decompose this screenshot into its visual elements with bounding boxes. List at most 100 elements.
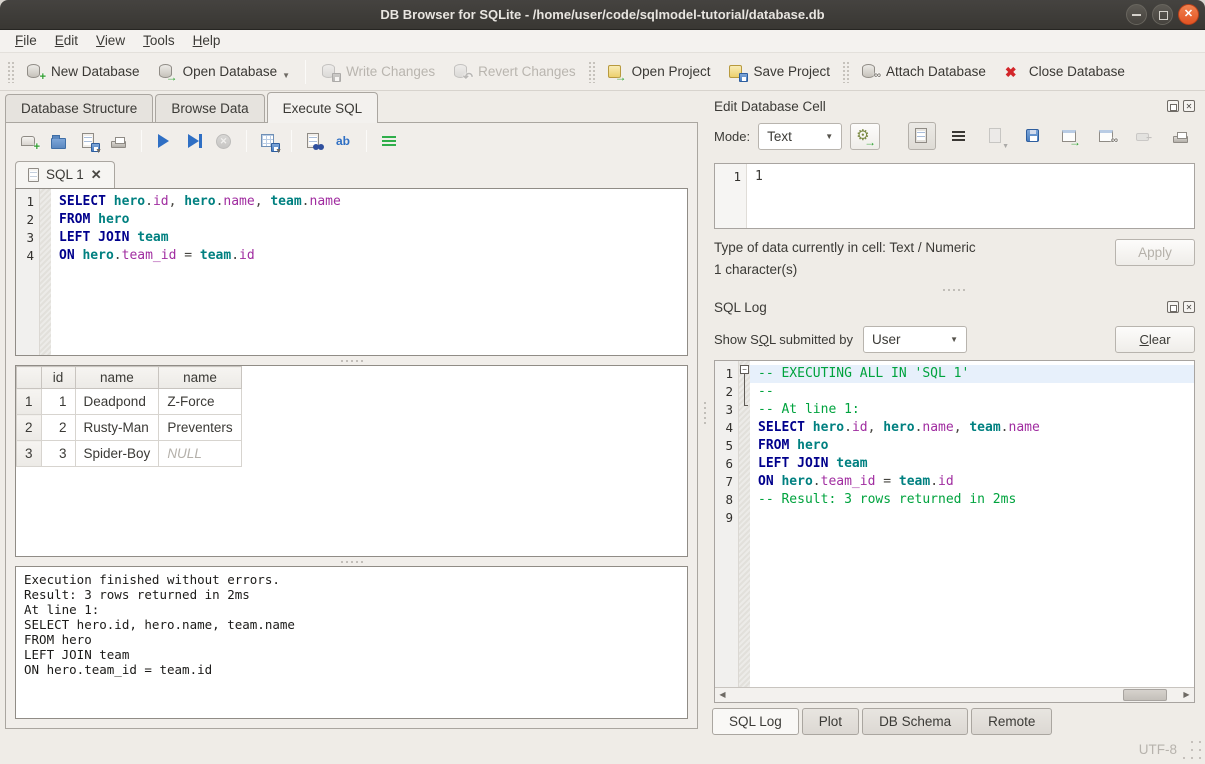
close-database-button[interactable]: ✖Close Database — [995, 58, 1134, 85]
autocomplete-button[interactable]: ab — [331, 128, 357, 154]
toolbar-grip[interactable] — [588, 61, 595, 83]
menu-tools[interactable]: Tools — [134, 30, 184, 52]
table-cell[interactable]: NULL — [159, 441, 241, 467]
save-as-button[interactable] — [1019, 122, 1047, 150]
title-bar[interactable]: DB Browser for SQLite - /home/user/code/… — [0, 0, 1205, 30]
close-icon[interactable] — [1178, 4, 1199, 25]
execution-message-box[interactable]: Execution finished without errors.Result… — [15, 566, 688, 719]
row-header[interactable]: 2 — [17, 415, 42, 441]
link-button[interactable]: ∞ — [1093, 122, 1121, 150]
main-tab-bar: Database StructureBrowse DataExecute SQL — [0, 93, 702, 123]
maximize-icon[interactable] — [1152, 4, 1173, 25]
menu-edit[interactable]: Edit — [46, 30, 87, 52]
toolbar-button-label: Write Changes — [346, 64, 435, 79]
line-number: 3 — [20, 229, 34, 247]
cell-editor[interactable]: 1 1 — [714, 163, 1195, 229]
print-button[interactable] — [1167, 122, 1195, 150]
scroll-right-icon[interactable]: ▶ — [1179, 688, 1194, 702]
dock-close-icon[interactable] — [1183, 100, 1195, 112]
save-as-icon — [1024, 128, 1042, 145]
table-cell[interactable]: 3 — [41, 441, 75, 467]
row-header[interactable]: 1 — [17, 389, 42, 415]
apply-button[interactable]: Apply — [1115, 239, 1195, 266]
edit-cell-title: Edit Database Cell — [714, 99, 1167, 114]
menu-file[interactable]: File — [6, 30, 46, 52]
toolbar-grip[interactable] — [7, 61, 14, 83]
format-button[interactable] — [376, 128, 402, 154]
save-results-button[interactable]: ▼ — [256, 128, 282, 154]
chevron-down-icon[interactable]: ▼ — [275, 148, 282, 155]
minimize-icon[interactable] — [1126, 4, 1147, 25]
table-cell[interactable]: Rusty-Man — [75, 415, 159, 441]
table-cell[interactable]: 1 — [41, 389, 75, 415]
tab-execute-sql[interactable]: Execute SQL — [267, 92, 379, 123]
dock-tab-db-schema[interactable]: DB Schema — [862, 708, 968, 735]
table-cell[interactable]: 2 — [41, 415, 75, 441]
open-sql-file-button[interactable] — [46, 128, 72, 154]
chevron-down-icon[interactable]: ▼ — [1002, 143, 1009, 150]
table-cell[interactable]: Preventers — [159, 415, 241, 441]
tab-browse-data[interactable]: Browse Data — [155, 94, 264, 123]
sql-editor[interactable]: 1234 SELECT hero.id, hero.name, team.nam… — [15, 188, 688, 356]
dock-close-icon[interactable] — [1183, 301, 1195, 313]
code-line: -- Result: 3 rows returned in 2ms — [758, 491, 1194, 509]
print-button[interactable] — [106, 128, 132, 154]
execute-line-button[interactable] — [181, 128, 207, 154]
open-database-button[interactable]: →Open Database▼ — [149, 58, 300, 85]
word-wrap-icon — [950, 128, 968, 145]
log-horizontal-scrollbar[interactable]: ◀ ▶ — [715, 687, 1194, 702]
dock-tab-sql-log[interactable]: SQL Log — [712, 708, 799, 735]
toolbar-grip[interactable] — [842, 61, 849, 83]
text-mode-button[interactable] — [908, 122, 936, 150]
table-cell[interactable]: Z-Force — [159, 389, 241, 415]
dock-float-icon[interactable] — [1167, 301, 1179, 313]
dock-tab-plot[interactable]: Plot — [802, 708, 859, 735]
encoding-label: UTF-8 — [1139, 742, 1177, 757]
save-sql-file-button[interactable]: ▼ — [76, 128, 102, 154]
dock-tab-remote[interactable]: Remote — [971, 708, 1052, 735]
open-project-button[interactable]: →Open Project — [598, 58, 720, 85]
toolbar-button-label: New Database — [51, 64, 140, 79]
chevron-down-icon[interactable]: ▼ — [95, 148, 102, 155]
results-header: idnamename — [17, 367, 242, 389]
splitter-docks[interactable] — [710, 285, 1197, 294]
cell-editor-content[interactable]: 1 — [747, 164, 1194, 228]
new-database-button[interactable]: +New Database — [17, 58, 149, 85]
tab-database-structure[interactable]: Database Structure — [5, 94, 153, 123]
scroll-left-icon[interactable]: ◀ — [715, 688, 730, 702]
tab-close-icon[interactable]: ✕ — [91, 168, 102, 181]
dock-float-icon[interactable] — [1167, 100, 1179, 112]
line-number: 7 — [719, 473, 733, 491]
close-database-icon: ✖ — [1004, 63, 1022, 80]
column-header[interactable]: name — [159, 367, 241, 389]
clear-button[interactable]: Clear — [1115, 326, 1195, 353]
editor-fold-margin — [40, 189, 51, 355]
find-button[interactable] — [301, 128, 327, 154]
auto-apply-button[interactable]: ⚙→ — [850, 123, 880, 150]
scrollbar-thumb[interactable] — [1123, 689, 1167, 701]
export-button[interactable]: → — [1056, 122, 1084, 150]
new-sql-tab-button[interactable]: + — [16, 128, 42, 154]
editor-code-area[interactable]: SELECT hero.id, hero.name, team.nameFROM… — [51, 189, 687, 355]
word-wrap-button[interactable] — [945, 122, 973, 150]
splitter-editor-results[interactable] — [6, 356, 697, 365]
line-number: 2 — [20, 211, 34, 229]
save-project-button[interactable]: Save Project — [719, 58, 839, 85]
table-cell[interactable]: Spider-Boy — [75, 441, 159, 467]
log-code-area[interactable]: -- EXECUTING ALL IN 'SQL 1'---- At line … — [750, 361, 1194, 687]
attach-database-button[interactable]: ∞Attach Database — [852, 58, 995, 85]
log-filter-select[interactable]: User ▼ — [863, 326, 967, 353]
row-header[interactable]: 3 — [17, 441, 42, 467]
menu-help[interactable]: Help — [184, 30, 230, 52]
sql-file-tab[interactable]: SQL 1 ✕ — [15, 161, 115, 189]
execute-all-button[interactable] — [151, 128, 177, 154]
chevron-down-icon[interactable]: ▼ — [282, 71, 290, 80]
resize-grip[interactable] — [1191, 749, 1193, 751]
splitter-results-message[interactable] — [6, 557, 697, 566]
menu-view[interactable]: View — [87, 30, 134, 52]
column-header[interactable]: id — [41, 367, 75, 389]
table-cell[interactable]: Deadpond — [75, 389, 159, 415]
column-header[interactable]: name — [75, 367, 159, 389]
mode-select[interactable]: Text ▼ — [758, 123, 842, 150]
fold-collapse-icon[interactable] — [740, 365, 749, 374]
